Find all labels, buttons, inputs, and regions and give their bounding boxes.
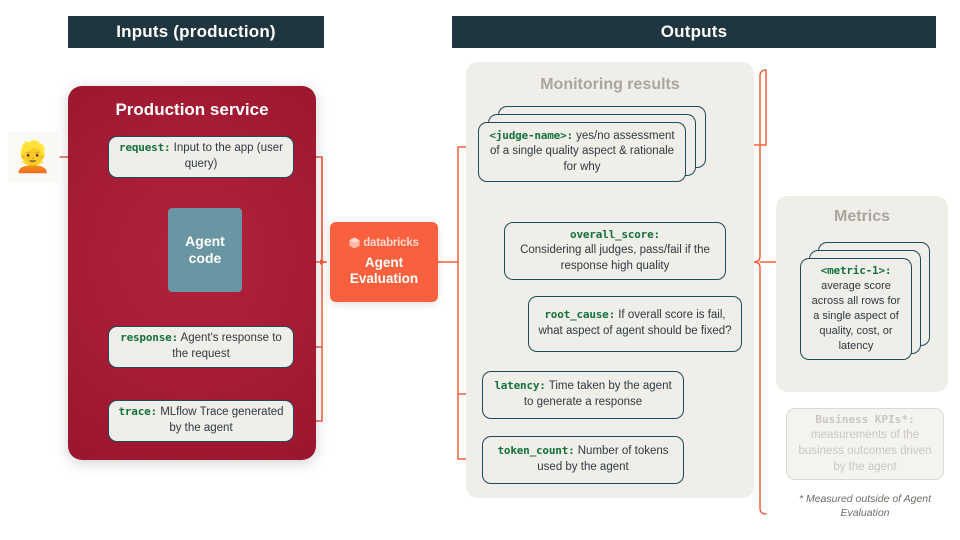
agent-evaluation-block: databricks Agent Evaluation xyxy=(330,222,438,302)
metric-desc: average score across all rows for a sing… xyxy=(811,280,901,352)
token-count-key: token_count: xyxy=(497,444,575,458)
overall-score-desc: Considering all judges, pass/fail if the… xyxy=(520,244,710,272)
metrics-footnote: * Measured outside of Agent Evaluation xyxy=(798,493,932,520)
section-header-outputs: Outputs xyxy=(452,16,936,48)
latency-key: latency: xyxy=(494,379,546,393)
brace-outputs xyxy=(753,69,767,515)
business-kpi-key: Business KPIs*: xyxy=(815,412,915,426)
section-header-outputs-label: Outputs xyxy=(660,22,728,41)
field-trace: trace: MLflow Trace generated by the age… xyxy=(108,400,294,442)
field-request-key: request: xyxy=(119,141,171,155)
metric-card-stack: <metric-1>: average score across all row… xyxy=(800,242,934,364)
field-overall-score: overall_score: Considering all judges, p… xyxy=(504,222,726,280)
field-trace-desc: MLflow Trace generated by the agent xyxy=(160,406,284,434)
judge-card-stack: <judge-name>: yes/no assessment of a sin… xyxy=(478,106,706,182)
field-response: response: Agent's response to the reques… xyxy=(108,326,294,368)
section-header-inputs-label: Inputs (production) xyxy=(116,22,276,41)
judge-card-front: <judge-name>: yes/no assessment of a sin… xyxy=(478,122,686,182)
field-request-desc: Input to the app (user query) xyxy=(173,142,283,170)
field-latency: latency: Time taken by the agent to gene… xyxy=(482,371,684,419)
section-header-inputs: Inputs (production) xyxy=(68,16,324,48)
monitoring-results-title: Monitoring results xyxy=(540,76,680,93)
agent-code-block: Agent code xyxy=(168,208,242,292)
field-response-desc: Agent's response to the request xyxy=(172,332,282,360)
field-response-key: response: xyxy=(120,331,178,345)
field-business-kpi: Business KPIs*: measurements of the busi… xyxy=(786,408,944,480)
latency-desc: Time taken by the agent to generate a re… xyxy=(523,380,672,408)
business-kpi-desc: measurements of the business outcomes dr… xyxy=(798,429,932,473)
agent-code-line2: code xyxy=(188,250,222,266)
agent-code-line1: Agent xyxy=(185,232,225,249)
metric-key: <metric-1>: xyxy=(820,264,892,278)
agent-evaluation-title: Agent Evaluation xyxy=(350,255,418,287)
field-root-cause: root_cause: If overall score is fail, wh… xyxy=(528,296,742,352)
diagram-canvas: Inputs (production) Outputs 👱 Production… xyxy=(0,0,960,540)
judge-key: <judge-name>: xyxy=(489,128,573,142)
metrics-title: Metrics xyxy=(833,208,891,225)
metric-card-front: <metric-1>: average score across all row… xyxy=(800,258,912,360)
databricks-brand: databricks xyxy=(349,237,419,249)
databricks-wordmark: databricks xyxy=(363,236,419,249)
agent-evaluation-title-line2: Evaluation xyxy=(349,271,419,286)
field-request: request: Input to the app (user query) xyxy=(108,136,294,178)
databricks-logo-icon xyxy=(349,237,360,249)
overall-score-key: overall_score: xyxy=(570,227,660,241)
field-trace-key: trace: xyxy=(118,405,157,419)
production-service-title: Production service xyxy=(115,100,269,119)
agent-evaluation-title-line1: Agent xyxy=(364,254,404,270)
field-token-count: token_count: Number of tokens used by th… xyxy=(482,436,684,484)
root-cause-key: root_cause: xyxy=(544,308,616,322)
user-icon: 👱 xyxy=(8,132,58,182)
